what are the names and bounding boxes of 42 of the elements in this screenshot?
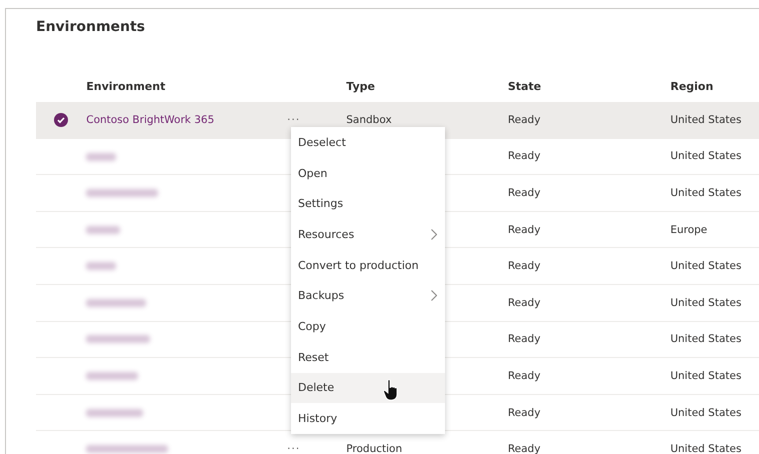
menu-item[interactable]: Copy [291, 311, 445, 342]
table-cell: Ready [508, 406, 540, 419]
column-header[interactable]: Environment [86, 80, 288, 92]
more-button[interactable]: ··· [287, 114, 300, 126]
menu-item[interactable]: Delete [291, 372, 445, 404]
menu-item[interactable]: Convert to production [291, 250, 445, 280]
table-cell: United States [670, 333, 742, 346]
table-cell: United States [670, 370, 742, 382]
table-cell: Ready [508, 443, 540, 454]
table-cell: Sandbox [346, 114, 392, 126]
table-cell: United States [670, 114, 742, 126]
table-cell: United States [670, 150, 742, 162]
column-header[interactable]: State [508, 80, 670, 92]
table-cell: Ready [508, 186, 540, 199]
checkmark-icon[interactable] [54, 112, 68, 127]
table-cell: United States [670, 296, 742, 309]
menu-item[interactable]: Backups [291, 280, 445, 312]
table-cell: Europe [670, 224, 708, 236]
menu-item[interactable]: History [291, 403, 445, 434]
table-cell: Ready [508, 370, 540, 382]
table-cell: Ready [508, 333, 540, 346]
column-header[interactable]: Region [670, 80, 759, 92]
table-row[interactable]: Contoso BrightWork 365 ··· Sandbox Ready United States [36, 102, 759, 139]
table-cell: Ready [508, 296, 540, 309]
menu-item[interactable]: Open [291, 158, 445, 188]
table-cell: Ready [508, 260, 540, 272]
table-cell: United States [670, 406, 742, 419]
table-cell: United States [670, 186, 742, 199]
column-header[interactable]: Type [346, 80, 508, 92]
more-button[interactable]: ··· [287, 443, 300, 454]
table-cell: Production [346, 443, 402, 454]
menu-item[interactable]: Reset [291, 342, 445, 372]
table-cell: United States [670, 260, 742, 272]
table-cell: Ready [508, 114, 540, 126]
environment-link[interactable]: Contoso BrightWork 365 [86, 114, 214, 126]
page-title: Environments [36, 19, 146, 35]
table-cell: Ready [508, 224, 540, 236]
menu-item[interactable]: Settings [291, 188, 445, 220]
hand-cursor-icon [383, 378, 399, 400]
menu-item[interactable]: Resources [291, 219, 445, 250]
table-cell: Ready [508, 150, 540, 162]
table-cell: United States [670, 443, 742, 454]
